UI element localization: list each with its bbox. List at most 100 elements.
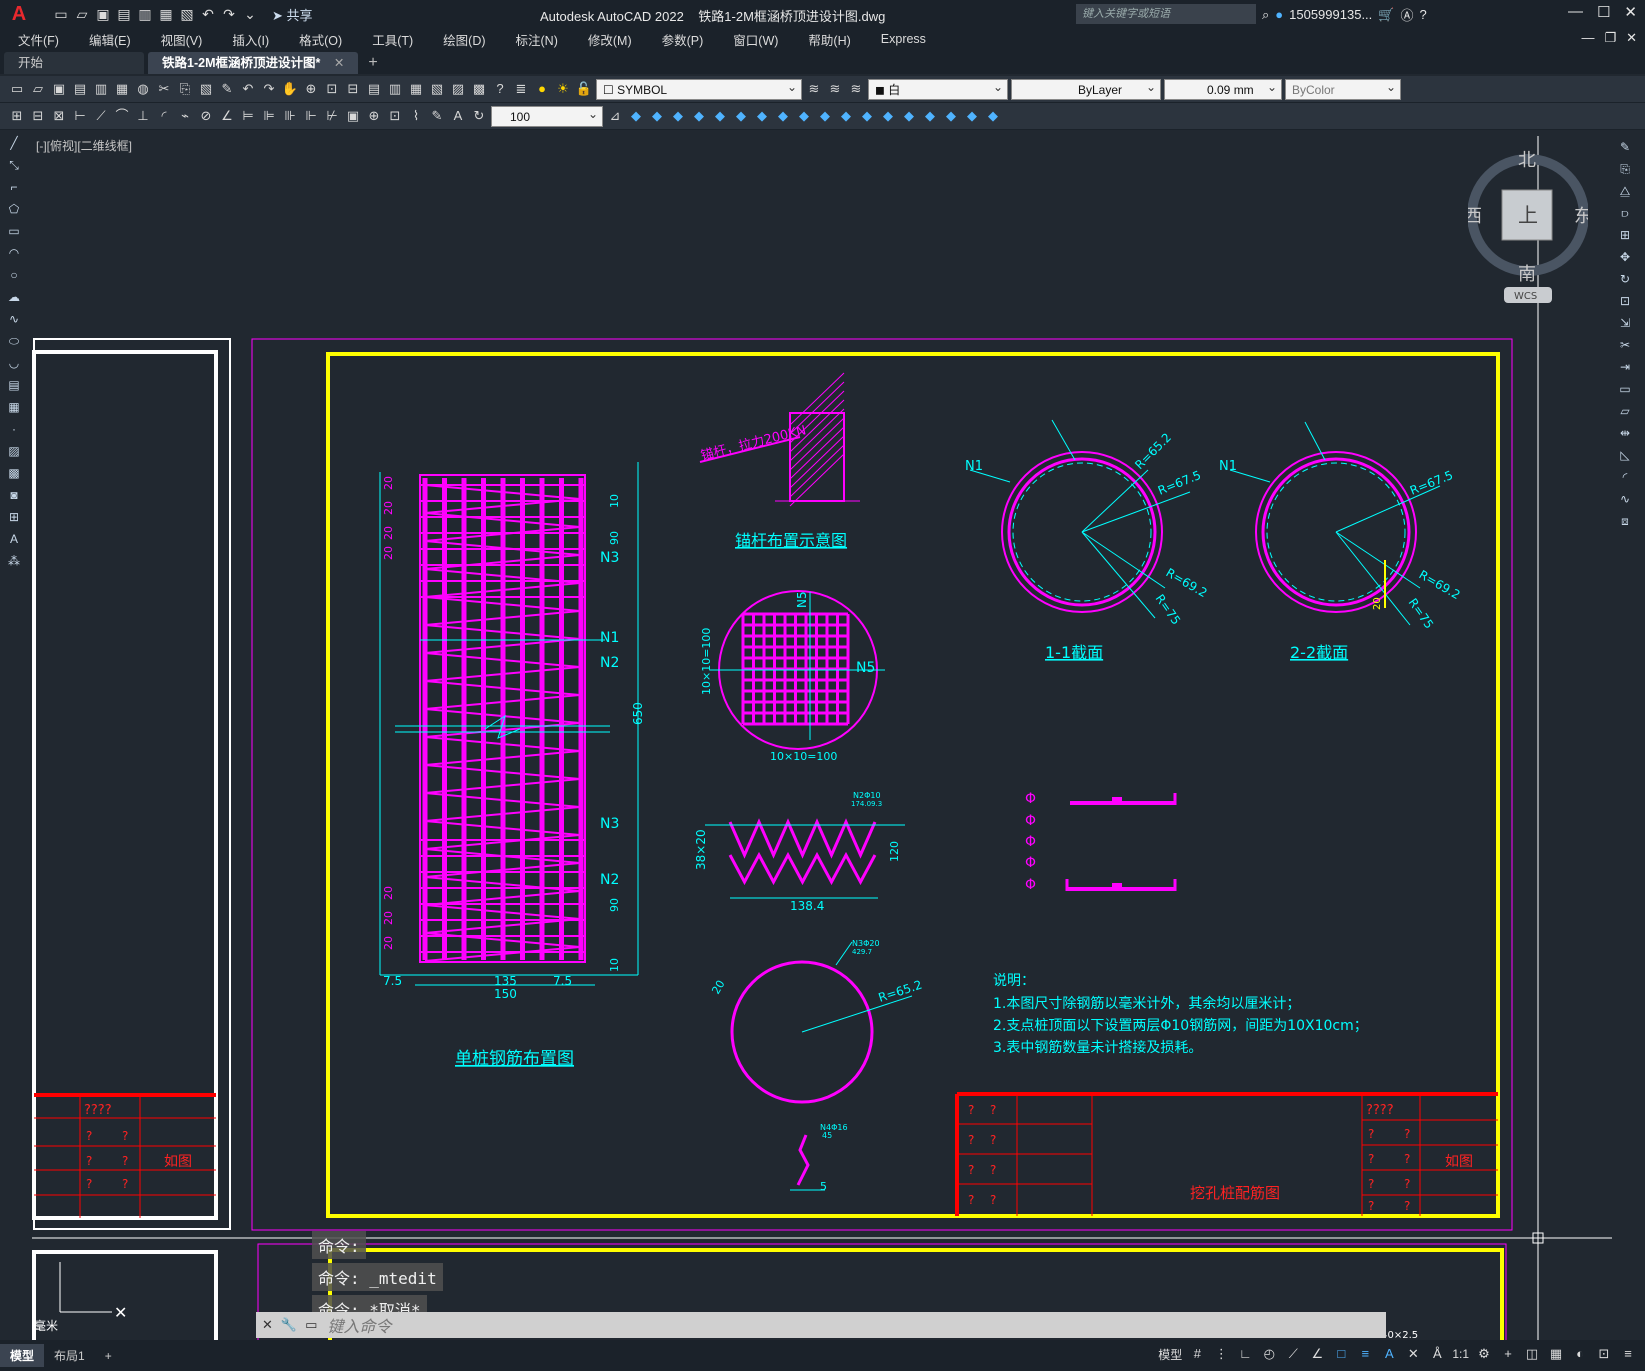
menu-tools[interactable]: 工具(T) <box>372 30 413 49</box>
save-file-icon[interactable]: ▣ <box>50 80 68 98</box>
aligned-dim-icon[interactable]: ⟋ <box>92 107 110 125</box>
close-icon[interactable]: ✕ <box>1624 3 1637 21</box>
cart-icon[interactable]: 🛒 <box>1378 7 1394 23</box>
tb2-blue-17-icon[interactable]: ◆ <box>963 107 981 125</box>
drawing-canvas[interactable]: ???? ? ? ? ? ? ? 如图 650 150 135 7.5 7.5 … <box>0 0 1645 1371</box>
sheet-set-icon[interactable]: ▧ <box>428 80 446 98</box>
break-icon[interactable]: ⊬ <box>323 107 341 125</box>
export-icon[interactable]: ▦ <box>157 5 175 23</box>
qnew-icon[interactable]: ▭ <box>8 80 26 98</box>
jogged-linear-icon[interactable]: ⌇ <box>407 107 425 125</box>
blend-icon[interactable]: ∿ <box>1615 490 1635 509</box>
cut-icon[interactable]: ✂ <box>155 80 173 98</box>
menu-window[interactable]: 窗口(W) <box>733 30 778 49</box>
tb2-blue-5-icon[interactable]: ◆ <box>711 107 729 125</box>
redo-tb-icon[interactable]: ↷ <box>260 80 278 98</box>
model-space-button[interactable]: 模型 <box>1158 1346 1182 1363</box>
publish-icon[interactable]: ▦ <box>113 80 131 98</box>
radius-icon[interactable]: ◜ <box>155 107 173 125</box>
plotstyle-dropdown[interactable]: ByColor <box>1285 77 1401 100</box>
design-center-icon[interactable]: ◍ <box>134 80 152 98</box>
break-obj-icon[interactable]: ▱ <box>1615 402 1635 421</box>
tab-close-icon[interactable]: ✕ <box>334 56 344 70</box>
menu-modify[interactable]: 修改(M) <box>588 30 632 49</box>
polygon-icon[interactable]: ⬠ <box>4 200 24 219</box>
region-icon[interactable]: ◙ <box>4 486 24 505</box>
insert-block-icon[interactable]: ▤ <box>4 376 24 395</box>
scale-icon[interactable]: ⊡ <box>1615 292 1635 311</box>
menu-express[interactable]: Express <box>881 32 926 46</box>
layer-lock-icon[interactable]: 🔓 <box>575 80 593 98</box>
viewcube[interactable]: 上 北 南 西 东 WCS <box>1464 150 1592 310</box>
ellipse-icon[interactable]: ⬭ <box>4 332 24 351</box>
search-input[interactable]: 键入关键字或短语 <box>1076 4 1256 24</box>
tb2-icon-1[interactable]: ⊞ <box>8 107 26 125</box>
zoom-realtime-icon[interactable]: ⊕ <box>302 80 320 98</box>
break-at-point-icon[interactable]: ▭ <box>1615 380 1635 399</box>
dim-style-icon[interactable]: ⊿ <box>606 107 624 125</box>
user-icon[interactable]: ● <box>1275 7 1283 22</box>
add-layout-icon[interactable]: + <box>95 1346 122 1366</box>
annotation-scale-icon[interactable]: Å <box>1428 1345 1446 1363</box>
tb2-blue-13-icon[interactable]: ◆ <box>879 107 897 125</box>
tb2-blue-14-icon[interactable]: ◆ <box>900 107 918 125</box>
tb2-blue-4-icon[interactable]: ◆ <box>690 107 708 125</box>
isodraft-icon[interactable]: ⟋ <box>1284 1345 1302 1363</box>
dim-edit-icon[interactable]: ✎ <box>428 107 446 125</box>
layer-on-icon[interactable]: ● <box>533 80 551 98</box>
annotation-visibility-icon[interactable]: A <box>1380 1345 1398 1363</box>
osnap-icon[interactable]: □ <box>1332 1345 1350 1363</box>
construction-line-icon[interactable]: ⤡ <box>4 156 24 175</box>
layer-previous-icon[interactable]: ≋ <box>826 80 844 98</box>
units-icon[interactable]: ◫ <box>1523 1345 1541 1363</box>
web-icon[interactable]: ▥ <box>136 5 154 23</box>
tb2-blue-16-icon[interactable]: ◆ <box>942 107 960 125</box>
match-prop-icon[interactable]: ✎ <box>218 80 236 98</box>
menu-dimension[interactable]: 标注(N) <box>516 30 558 49</box>
inspect-icon[interactable]: ⊡ <box>386 107 404 125</box>
linetype-dropdown[interactable]: ByLayer <box>1011 77 1161 100</box>
search-icon[interactable]: ⌕ <box>1262 7 1269 23</box>
copy-icon[interactable]: ⎘ <box>176 80 194 98</box>
quick-dim-icon[interactable]: ⊨ <box>239 107 257 125</box>
grid-icon[interactable]: # <box>1188 1345 1206 1363</box>
redo-icon[interactable]: ↷ <box>220 5 238 23</box>
clean-screen-icon[interactable]: ⊡ <box>1595 1345 1613 1363</box>
tab-model[interactable]: 模型 <box>0 1344 45 1367</box>
doc-restore-icon[interactable]: ❐ <box>1604 30 1616 46</box>
cmd-customize-icon[interactable]: 🔧 <box>281 1317 297 1333</box>
layer-manager-icon[interactable]: ≣ <box>512 80 530 98</box>
command-line[interactable]: ✕ 🔧 ▭ 键入命令 <box>256 1312 1386 1338</box>
quick-properties-icon[interactable]: ▦ <box>1547 1345 1565 1363</box>
tab-drawing[interactable]: 铁路1-2M框涵桥顶进设计图* ✕ <box>148 52 359 74</box>
tb2-blue-9-icon[interactable]: ◆ <box>795 107 813 125</box>
tolerance-icon[interactable]: ▣ <box>344 107 362 125</box>
lineweight-dropdown[interactable]: 0.09 mm <box>1164 77 1282 100</box>
angular-icon[interactable]: ∠ <box>218 107 236 125</box>
extend-icon[interactable]: ⇥ <box>1615 358 1635 377</box>
jogged-icon[interactable]: ⌁ <box>176 107 194 125</box>
color-dropdown[interactable]: ◼ 白 <box>868 77 1008 100</box>
dim-update-icon[interactable]: ↻ <box>470 107 488 125</box>
tb2-blue-3-icon[interactable]: ◆ <box>669 107 687 125</box>
arc-length-icon[interactable]: ⌒ <box>113 107 131 125</box>
tb2-blue-7-icon[interactable]: ◆ <box>753 107 771 125</box>
tb2-blue-6-icon[interactable]: ◆ <box>732 107 750 125</box>
linear-dim-icon[interactable]: ⊢ <box>71 107 89 125</box>
continue-icon[interactable]: ⊪ <box>281 107 299 125</box>
minimize-icon[interactable]: — <box>1568 3 1583 21</box>
arc-icon[interactable]: ◠ <box>4 244 24 263</box>
cmd-recent-icon[interactable]: ▭ <box>305 1317 317 1333</box>
command-input[interactable]: 键入命令 <box>327 1313 391 1337</box>
tb2-icon-2[interactable]: ⊟ <box>29 107 47 125</box>
annotation-scale-value[interactable]: 1:1 <box>1452 1347 1469 1361</box>
share-button[interactable]: ➤ 共享 <box>272 5 313 24</box>
tb2-blue-10-icon[interactable]: ◆ <box>816 107 834 125</box>
stretch-icon[interactable]: ⇲ <box>1615 314 1635 333</box>
layer-freeze-icon[interactable]: ☀ <box>554 80 572 98</box>
add-selected-icon[interactable]: ⁂ <box>4 552 24 571</box>
trim-icon[interactable]: ✂ <box>1615 336 1635 355</box>
new-tab-icon[interactable]: + <box>368 52 377 74</box>
hatch-icon[interactable]: ▨ <box>4 442 24 461</box>
line-icon[interactable]: ╱ <box>4 134 24 153</box>
